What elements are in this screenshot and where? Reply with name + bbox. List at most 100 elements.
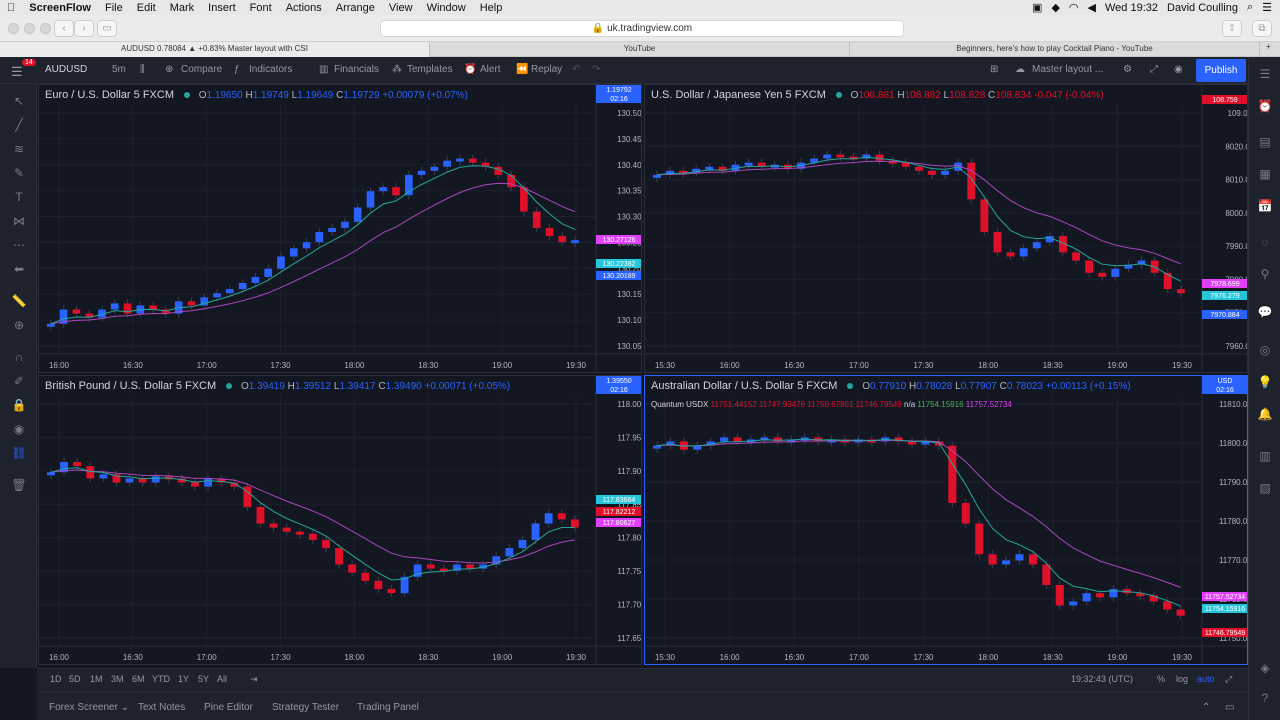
lightbulb-icon[interactable]: 💡 (1257, 375, 1273, 389)
menu-edit[interactable]: Edit (130, 2, 163, 14)
bell-icon[interactable]: 🔔 (1257, 407, 1273, 421)
log-scale-toggle[interactable]: log (1176, 674, 1188, 684)
symbol-title[interactable]: Euro / U.S. Dollar 5 FXCM (45, 89, 174, 101)
spotlight-icon[interactable]: ⌕ (1247, 1, 1253, 14)
menu-arrange[interactable]: Arrange (329, 2, 382, 14)
text-icon[interactable]: T (10, 190, 28, 204)
symbol-search[interactable]: AUDUSD (45, 64, 87, 75)
pattern-icon[interactable]: ⋈ (10, 214, 28, 228)
back-button[interactable]: ‹ (54, 20, 74, 37)
alert-button[interactable]: Alert (480, 64, 501, 75)
menu-view[interactable]: View (382, 2, 420, 14)
hotlist-icon[interactable]: ▦ (1257, 167, 1273, 181)
utc-clock[interactable]: 19:32:43 (UTC) (1071, 674, 1133, 684)
chart-canvas-eurusd[interactable]: 130.50000 130.45000 130.40000 130.35000 130.… (39, 85, 642, 373)
sync-link-icon[interactable]: ⛓ (10, 446, 28, 460)
fullscreen-small-icon[interactable]: ⤢ (1225, 674, 1232, 685)
dom-icon[interactable]: ▧ (1257, 481, 1273, 495)
streams-icon[interactable]: ⚲ (1257, 267, 1273, 281)
close-window-icon[interactable] (8, 23, 19, 34)
maximize-panel-icon[interactable]: ▭ (1225, 702, 1234, 713)
chart-pane-usdjpy[interactable]: 109.000 8020.000 8010.000 8000.000 7990.000 7… (644, 84, 1248, 373)
address-bar[interactable]: 🔒 uk.tradingview.com (380, 20, 904, 37)
lock-icon[interactable]: 🔒 (10, 398, 28, 412)
screenflow-status-icon[interactable]: ▣ (1032, 1, 1042, 14)
notifications-icon[interactable]: ◎ (1257, 343, 1273, 357)
range-6m[interactable]: 6M (132, 674, 145, 684)
menu-file[interactable]: File (98, 2, 130, 14)
chart-pane-audusd[interactable]: 11810.00000 11800.00000 11790.00000 11780.0… (644, 375, 1248, 665)
menu-actions[interactable]: Actions (279, 2, 329, 14)
brush-icon[interactable]: ✎ (10, 166, 28, 180)
stay-drawing-icon[interactable]: ✐ (10, 374, 28, 388)
dropbox-icon[interactable]: ◆ (1051, 1, 1059, 14)
layout-grid-icon[interactable]: ⊞ (990, 64, 998, 75)
tab-pine-editor[interactable]: Pine Editor (204, 702, 253, 713)
new-tab-button[interactable]: + (1266, 42, 1271, 51)
compare-button[interactable]: Compare (181, 64, 222, 75)
indicators-button[interactable]: Indicators (249, 64, 292, 75)
range-all[interactable]: All (217, 674, 227, 684)
wifi-icon[interactable]: ◠ (1069, 1, 1079, 14)
eye-icon[interactable]: ◉ (10, 422, 28, 436)
browser-tab-tradingview[interactable]: AUDUSD 0.78084 ▲ +0.83% Master layout wi… (0, 42, 430, 57)
back-arrow-icon[interactable]: ⬅ (10, 262, 28, 276)
fibonacci-icon[interactable]: ≋ (10, 142, 28, 156)
app-menu[interactable]: ScreenFlow (22, 2, 98, 14)
percent-scale-toggle[interactable]: % (1157, 674, 1165, 684)
menubar-clock[interactable]: Wed 19:32 (1105, 2, 1158, 14)
alerts-icon[interactable]: ⏰ (1257, 99, 1273, 113)
quantum-usdx-legend[interactable]: Quantum USDX 11751.44152 11747.93476 117… (651, 400, 1012, 409)
menu-font[interactable]: Font (243, 2, 279, 14)
measure-icon[interactable]: 📏 (10, 294, 28, 308)
symbol-title[interactable]: Australian Dollar / U.S. Dollar 5 FXCM (651, 380, 837, 392)
range-5y[interactable]: 5Y (198, 674, 209, 684)
tab-forex-screener[interactable]: Forex Screener ⌄ (49, 702, 129, 713)
menu-mark[interactable]: Mark (163, 2, 201, 14)
chat-icon[interactable]: 💬 (1257, 305, 1273, 319)
auto-scale-toggle[interactable]: auto (1197, 674, 1215, 684)
sidebar-toggle-icon[interactable]: ▭ (97, 20, 117, 37)
publish-button[interactable]: Publish (1196, 59, 1246, 82)
menu-insert[interactable]: Insert (201, 2, 243, 14)
goto-date-icon[interactable]: ⇥ (250, 674, 258, 685)
templates-button[interactable]: Templates (407, 64, 453, 75)
calendar-icon[interactable]: 📅 (1257, 199, 1273, 213)
tabs-overview-icon[interactable]: ⧉ (1252, 20, 1272, 37)
chart-canvas-gbpusd[interactable]: 118.00000117.95000117.90000117.85000117.… (39, 376, 642, 665)
symbol-title[interactable]: U.S. Dollar / Japanese Yen 5 FXCM (651, 89, 826, 101)
magnet-icon[interactable]: ∩ (10, 350, 28, 364)
chart-canvas-audusd[interactable]: 11810.00000 11800.00000 11790.00000 11780.0… (645, 376, 1248, 665)
help-icon[interactable]: ? (1257, 691, 1273, 705)
share-icon[interactable]: ⇧ (1222, 20, 1242, 37)
browser-tab-youtube[interactable]: YouTube (430, 42, 850, 57)
volume-icon[interactable]: ◀ (1088, 1, 1096, 14)
layout-selector[interactable]: Master layout ... (1032, 64, 1103, 75)
settings-gear-icon[interactable]: ⚙ (1123, 64, 1132, 75)
chart-pane-eurusd[interactable]: 130.50000 130.45000 130.40000 130.35000 130.… (38, 84, 642, 373)
browser-tab-cocktail-piano[interactable]: Beginners, here's how to play Cocktail P… (850, 42, 1260, 57)
crosshair-icon[interactable]: ↖ (10, 94, 28, 108)
prediction-icon[interactable]: ⋯ (10, 238, 28, 252)
range-1d[interactable]: 1D (50, 674, 62, 684)
range-3m[interactable]: 3M (111, 674, 124, 684)
range-ytd[interactable]: YTD (152, 674, 170, 684)
chart-pane-gbpusd[interactable]: 118.00000117.95000117.90000117.85000117.… (38, 375, 642, 665)
order-panel-icon[interactable]: ▥ (1257, 449, 1273, 463)
layers-icon[interactable]: ◈ (1257, 661, 1273, 675)
symbol-title[interactable]: British Pound / U.S. Dollar 5 FXCM (45, 380, 216, 392)
fullscreen-icon[interactable]: ⤢ (1150, 64, 1158, 75)
ideas-icon[interactable]: ◌ (1257, 235, 1273, 249)
chart-canvas-usdjpy[interactable]: 109.000 8020.000 8010.000 8000.000 7990.000 7… (645, 85, 1248, 373)
menu-window[interactable]: Window (420, 2, 473, 14)
apple-icon[interactable]:  (0, 2, 22, 14)
financials-button[interactable]: Financials (334, 64, 379, 75)
replay-button[interactable]: Replay (531, 64, 562, 75)
data-window-icon[interactable]: ▤ (1257, 135, 1273, 149)
trash-icon[interactable]: 🗑 (10, 478, 28, 492)
hamburger-menu-icon[interactable]: ☰ (11, 64, 23, 80)
zoom-icon[interactable]: ⊕ (10, 318, 28, 332)
forward-button[interactable]: › (74, 20, 94, 37)
notification-center-icon[interactable]: ☰ (1262, 1, 1272, 14)
range-1y[interactable]: 1Y (178, 674, 189, 684)
